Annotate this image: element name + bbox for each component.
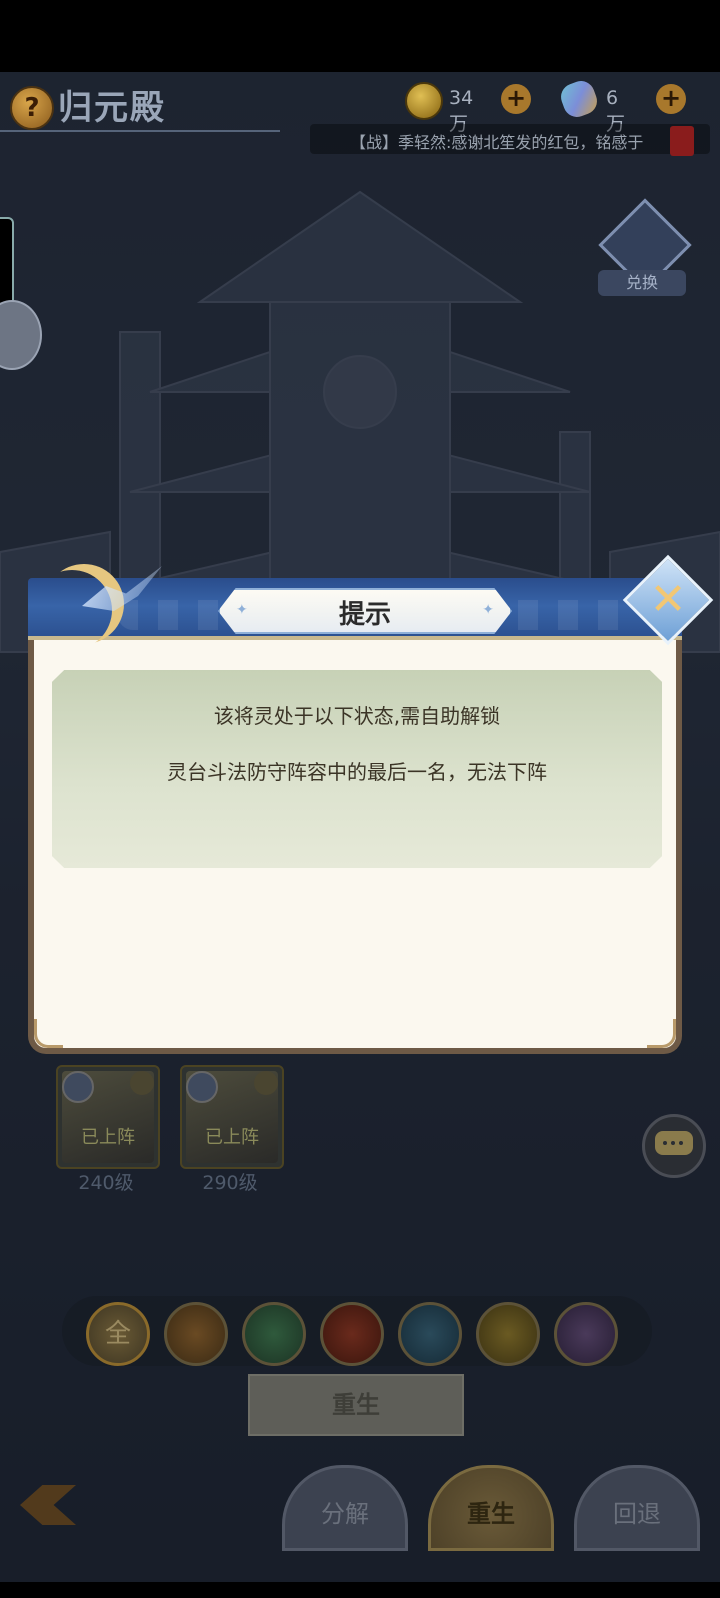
filter-earth-icon[interactable] (164, 1302, 228, 1366)
corner-ornament (34, 1019, 63, 1048)
add-coin-button[interactable]: + (501, 84, 531, 114)
hero-card[interactable]: 已上阵 (180, 1065, 284, 1169)
hero-status: 已上阵 (81, 1127, 135, 1148)
element-icon (186, 1071, 218, 1103)
nav-bar-strip (0, 1582, 720, 1598)
dialog-title-plate: ✦ 提示 ✦ (218, 588, 512, 634)
message-line-2: 灵台斗法防守阵容中的最后一名，无法下阵 (167, 760, 547, 784)
filter-water-icon[interactable] (398, 1302, 462, 1366)
filter-wind-icon[interactable] (242, 1302, 306, 1366)
coin-icon (405, 82, 443, 120)
dialog-body: 该将灵处于以下状态,需自助解锁 灵台斗法防守阵容中的最后一名，无法下阵 (28, 640, 682, 1054)
filter-all-button[interactable]: 全 (86, 1302, 150, 1366)
chat-button[interactable] (642, 1114, 706, 1178)
chat-bubble-icon (655, 1131, 693, 1155)
red-packet-icon[interactable] (670, 126, 694, 156)
element-icon (62, 1071, 94, 1103)
lock-icon (130, 1071, 154, 1095)
close-icon: ✕ (649, 574, 687, 625)
element-filter-bar: 全 (62, 1296, 652, 1366)
filter-dark-icon[interactable] (554, 1302, 618, 1366)
tab-label: 分解 (321, 1500, 369, 1528)
status-bar (0, 0, 720, 72)
hero-card[interactable]: 已上阵 (56, 1065, 160, 1169)
exchange-label: 兑换 (598, 270, 686, 296)
top-bar: ? 归元殿 34万 + 6万 + 【战】季轻然:感谢北笙发的红包，铭感于 (0, 72, 720, 156)
add-gem-button[interactable]: + (656, 84, 686, 114)
tab-decompose[interactable]: 分解 (282, 1465, 408, 1551)
hero-status: 已上阵 (205, 1127, 259, 1148)
title-underline (0, 124, 280, 132)
tab-rebirth[interactable]: 重生 (428, 1465, 554, 1551)
bottom-nav: 分解 重生 回退 (0, 1455, 720, 1551)
message-panel: 该将灵处于以下状态,需自助解锁 灵台斗法防守阵容中的最后一名，无法下阵 (52, 670, 662, 868)
rebirth-button[interactable]: 重生 (248, 1374, 464, 1436)
message-line-1: 该将灵处于以下状态,需自助解锁 (213, 704, 501, 728)
ticker-text: 【战】季轻然:感谢北笙发的红包，铭感于 (350, 133, 644, 152)
lock-icon (254, 1071, 278, 1095)
sparkle-icon: ✦ (482, 602, 494, 618)
exchange-button[interactable]: 兑换 (598, 198, 692, 302)
tab-label: 重生 (467, 1500, 515, 1528)
gem-icon (557, 77, 601, 121)
back-arrow-icon[interactable] (20, 1485, 76, 1525)
hero-level: 290级 (202, 1172, 258, 1194)
hero-level: 240级 (78, 1172, 134, 1194)
filter-fire-icon[interactable] (320, 1302, 384, 1366)
hint-dialog: 该将灵处于以下状态,需自助解锁 灵台斗法防守阵容中的最后一名，无法下阵 ✦ 提示… (22, 554, 714, 1066)
tab-revert[interactable]: 回退 (574, 1465, 700, 1551)
chat-ticker: 【战】季轻然:感谢北笙发的红包，铭感于 (310, 124, 710, 154)
corner-ornament (647, 1019, 676, 1048)
page-title: 归元殿 (58, 88, 166, 128)
dialog-title: 提示 (338, 600, 391, 630)
filter-light-icon[interactable] (476, 1302, 540, 1366)
tab-label: 回退 (613, 1500, 661, 1528)
